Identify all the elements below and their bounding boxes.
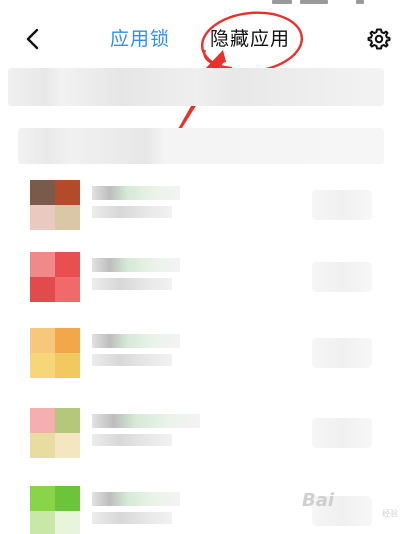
lock-toggle[interactable] [312,262,372,292]
icon-tile [30,205,55,230]
app-name-pixelated [92,182,202,228]
app-icon [30,252,80,302]
app-icon [30,328,80,378]
icon-tile [55,486,80,511]
icon-tile [30,328,55,353]
app-name-pixelated [92,330,202,376]
chevron-left-icon [26,28,39,50]
icon-tile [55,353,80,378]
watermark-logo: Bai [302,490,335,511]
lock-toggle[interactable] [312,418,372,448]
icon-tile [30,433,55,458]
app-icon [30,408,80,458]
icon-tile [55,328,80,353]
app-icon [30,180,80,230]
pixelated-section [18,128,384,164]
status-fragment [300,0,328,4]
icon-tile [30,252,55,277]
tab-hidden-apps[interactable]: 隐藏应用 [210,26,290,52]
icon-tile [55,511,80,534]
icon-tile [30,277,55,302]
app-name-pixelated [92,410,202,456]
lock-toggle[interactable] [312,190,372,220]
icon-tile [55,205,80,230]
status-fragment [356,0,364,4]
status-fragment [272,0,292,4]
icon-tile [30,408,55,433]
app-name-pixelated [92,488,202,534]
icon-tile [55,252,80,277]
watermark-sub: 经验 [382,509,398,518]
status-bar [0,0,416,8]
pixelated-section [8,68,384,106]
list-item[interactable] [0,404,416,466]
icon-tile [55,408,80,433]
tab-app-lock[interactable]: 应用锁 [110,26,170,52]
icon-tile [55,180,80,205]
back-button[interactable] [18,24,48,54]
icon-tile [55,433,80,458]
list-item[interactable] [0,176,416,238]
top-navigation: 应用锁 隐藏应用 [0,20,416,60]
icon-tile [30,353,55,378]
gear-icon [367,28,391,50]
list-item[interactable] [0,324,416,386]
lock-toggle[interactable] [312,338,372,368]
icon-tile [30,180,55,205]
icon-tile [55,277,80,302]
app-icon [30,486,80,534]
icon-tile [30,486,55,511]
watermark: Bai 经验 [302,488,398,518]
app-name-pixelated [92,254,202,300]
icon-tile [30,511,55,534]
settings-button[interactable] [364,24,394,54]
list-item[interactable] [0,248,416,310]
